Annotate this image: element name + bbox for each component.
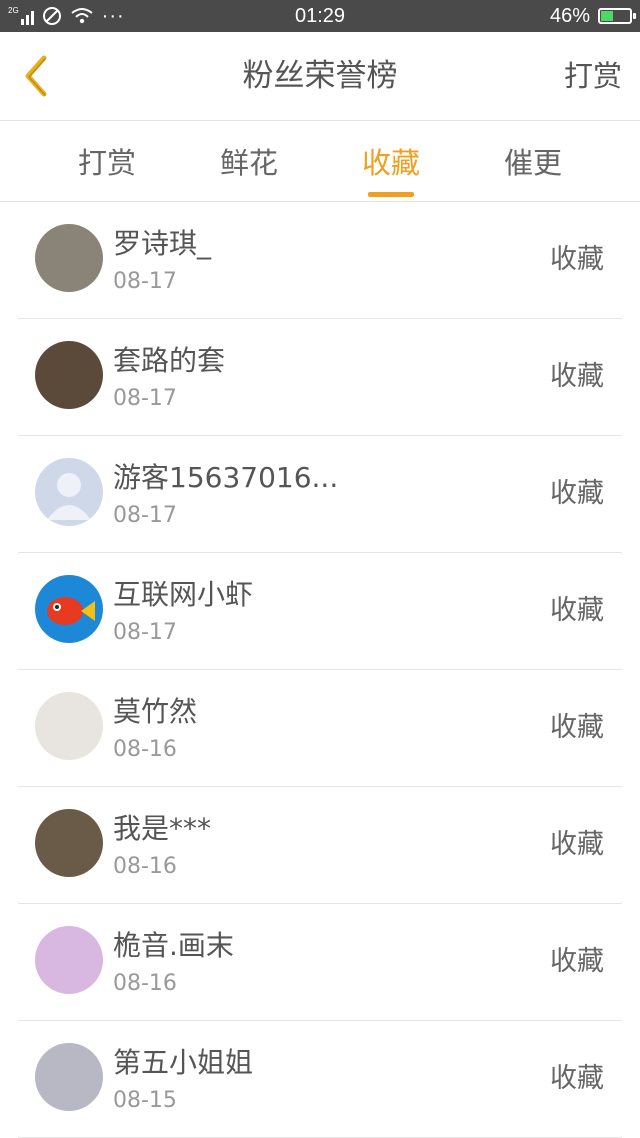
default-user-icon — [47, 473, 91, 520]
list-item[interactable]: 我是*** 08-16 收藏 — [18, 787, 622, 904]
list-item[interactable]: 桅音.画末 08-16 收藏 — [18, 904, 622, 1021]
fish-icon — [47, 597, 95, 625]
fan-name: 第五小姐姐 — [113, 1046, 254, 1079]
action-label: 收藏 — [550, 244, 604, 275]
tab-urge-update[interactable]: 催更 — [478, 121, 588, 201]
list-item[interactable]: 罗诗琪_ 08-17 收藏 — [18, 202, 622, 319]
battery-percent: 46% — [549, 4, 590, 27]
list-item[interactable]: 莫竹然 08-16 收藏 — [18, 670, 622, 787]
action-label: 收藏 — [550, 478, 604, 509]
avatar — [35, 575, 103, 643]
avatar — [35, 341, 103, 409]
list-item[interactable]: 游客15637016... 08-17 收藏 — [18, 436, 622, 553]
fan-name: 桅音.画末 — [113, 929, 234, 962]
tab-flowers[interactable]: 鲜花 — [194, 121, 304, 201]
action-label: 收藏 — [550, 1063, 604, 1094]
tab-label: 催更 — [503, 146, 562, 180]
fan-name: 互联网小虾 — [113, 578, 254, 611]
avatar — [35, 692, 103, 760]
action-label: 收藏 — [550, 595, 604, 626]
action-label: 收藏 — [550, 829, 604, 860]
fan-date: 08-16 — [113, 971, 177, 996]
fan-date: 08-16 — [113, 737, 177, 762]
list-item[interactable]: 套路的套 08-17 收藏 — [18, 319, 622, 436]
fan-date: 08-16 — [113, 854, 177, 879]
fan-date: 08-17 — [113, 620, 177, 645]
list-item[interactable]: 互联网小虾 08-17 收藏 — [18, 553, 622, 670]
action-label: 收藏 — [550, 946, 604, 977]
list-item[interactable]: 第五小姐姐 08-15 收藏 — [18, 1021, 622, 1138]
fan-name: 套路的套 — [113, 344, 226, 377]
tab-favorites[interactable]: 收藏 — [336, 121, 446, 201]
tab-label: 鲜花 — [219, 146, 278, 180]
fan-date: 08-17 — [113, 386, 177, 411]
active-tab-indicator — [368, 192, 414, 197]
page-title: 粉丝荣誉榜 — [242, 58, 398, 94]
avatar — [35, 809, 103, 877]
avatar — [35, 458, 103, 526]
clock: 01:29 — [294, 5, 346, 27]
reward-button[interactable]: 打赏 — [564, 32, 622, 120]
battery-level — [601, 11, 613, 21]
tab-label: 打赏 — [77, 146, 136, 180]
tab-bar: 打赏 鲜花 收藏 催更 — [0, 121, 640, 202]
fan-name: 我是*** — [113, 812, 212, 845]
avatar — [35, 926, 103, 994]
action-label: 收藏 — [550, 361, 604, 392]
status-bar-right: 46% — [549, 0, 636, 32]
fan-name: 莫竹然 — [113, 695, 198, 728]
fan-date: 08-17 — [113, 503, 177, 528]
fan-name: 罗诗琪_ — [113, 227, 212, 260]
avatar — [35, 224, 103, 292]
tab-label: 收藏 — [361, 146, 420, 180]
avatar — [35, 1043, 103, 1111]
status-bar: 2G ··· 01:29 46% — [0, 0, 640, 32]
fan-list: 罗诗琪_ 08-17 收藏 套路的套 08-17 收藏 游客15637016..… — [0, 202, 640, 1138]
fan-name: 游客15637016... — [113, 461, 339, 494]
action-label: 收藏 — [550, 712, 604, 743]
tab-reward[interactable]: 打赏 — [52, 121, 162, 201]
battery-icon — [598, 8, 636, 24]
fan-date: 08-15 — [113, 1088, 177, 1113]
app-header: 粉丝荣誉榜 打赏 — [0, 32, 640, 121]
fan-date: 08-17 — [113, 269, 177, 294]
